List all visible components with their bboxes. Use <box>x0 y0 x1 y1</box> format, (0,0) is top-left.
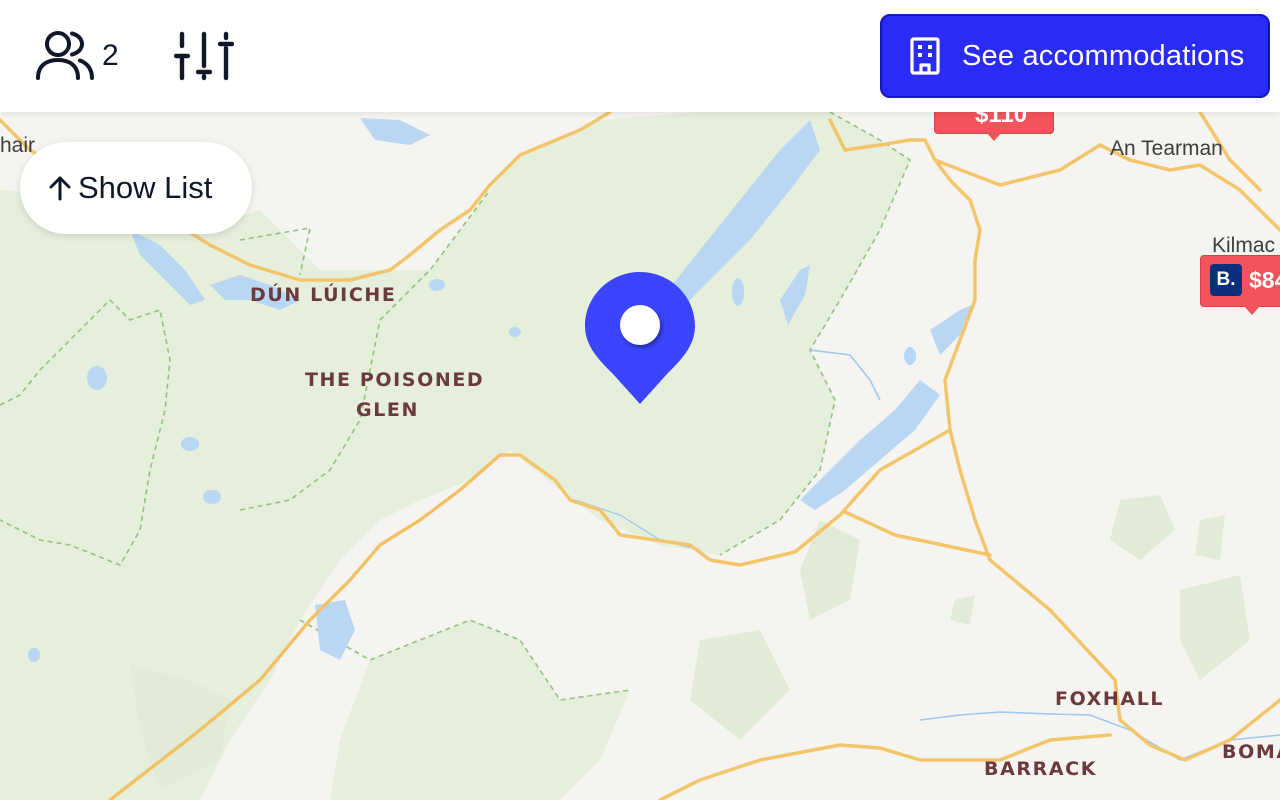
guests-button[interactable]: 2 <box>34 30 119 82</box>
filters-button[interactable] <box>173 30 235 82</box>
sliders-icon <box>173 31 235 81</box>
building-icon <box>910 37 940 75</box>
see-accommodations-button[interactable]: See accommodations <box>880 14 1270 98</box>
price-marker-pointer <box>984 130 1004 141</box>
see-accommodations-label: See accommodations <box>962 39 1245 72</box>
map-label-boma: BOMA <box>1222 741 1280 763</box>
booking-logo-icon: B. <box>1210 264 1242 296</box>
arrow-up-icon <box>49 176 71 201</box>
map-label-foxhall: FOXHALL <box>1055 688 1165 710</box>
map-label-dun-luiche: DÚN LÚICHE <box>250 284 397 306</box>
guest-count: 2 <box>102 39 119 72</box>
map-label-poisoned-glen-1: THE POISONED <box>305 369 485 391</box>
price-marker[interactable]: B. $84 <box>1200 255 1280 307</box>
map-label-poisoned-glen-2: GLEN <box>356 399 419 421</box>
price-marker-price: $84 <box>1249 267 1280 293</box>
map-label-an-tearman: An Tearman <box>1110 137 1223 160</box>
top-bar: 2 See accommodations <box>0 0 1280 112</box>
map-label-hair: hair <box>0 134 36 157</box>
show-list-button[interactable]: Show List <box>20 142 252 234</box>
map-label-barrack: BARRACK <box>984 758 1098 780</box>
location-pin-icon[interactable] <box>583 270 697 408</box>
users-icon <box>36 31 94 80</box>
price-marker-pointer <box>1242 304 1262 315</box>
show-list-label: Show List <box>78 170 213 205</box>
